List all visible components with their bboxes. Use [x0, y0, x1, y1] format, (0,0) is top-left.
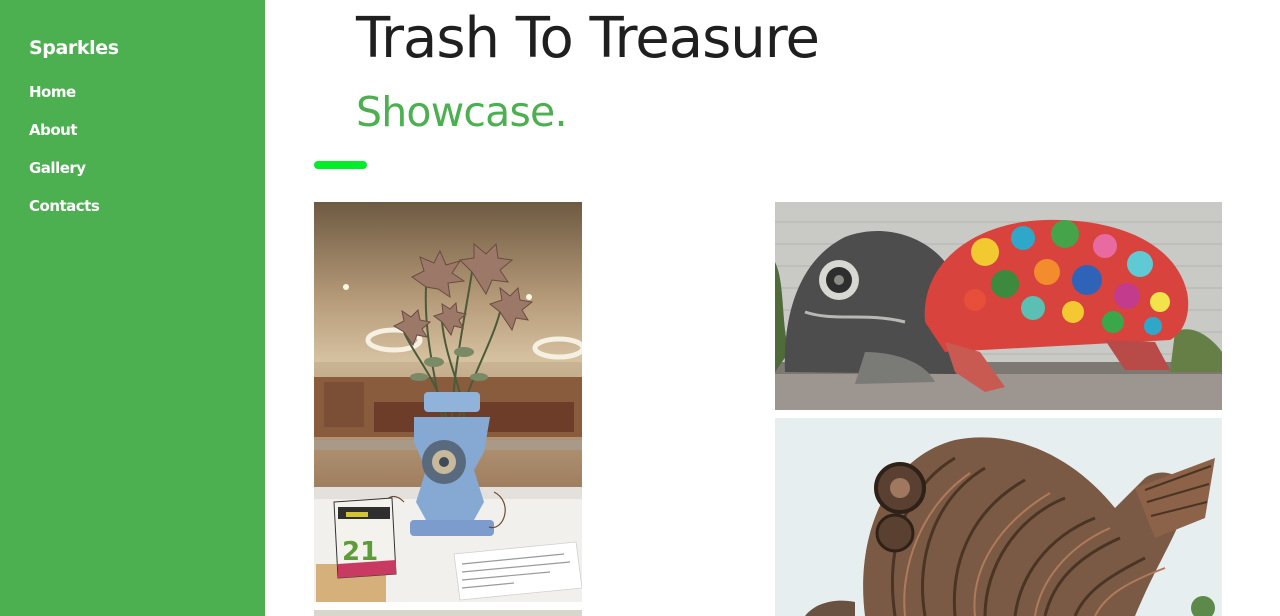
nav-link-gallery[interactable]: Gallery — [29, 158, 99, 196]
brand-logo[interactable]: Sparkles — [29, 37, 119, 59]
main-nav: Home About Gallery Contacts — [29, 82, 100, 234]
nav-link-about[interactable]: About — [29, 120, 99, 158]
nav-link-contacts[interactable]: Contacts — [29, 196, 100, 234]
turtle-sculpture-image — [775, 202, 1222, 410]
nav-link-home[interactable]: Home — [29, 82, 99, 120]
accent-bar — [314, 161, 367, 169]
main-content: Trash To Treasure Showcase. 21 — [265, 0, 1280, 616]
vase-sculpture-image: 21 — [314, 202, 582, 602]
fish-sculpture-photo[interactable] — [775, 418, 1222, 616]
fish-sculpture-image — [775, 418, 1222, 616]
partial-photo[interactable] — [314, 610, 582, 616]
page-title: Trash To Treasure — [356, 6, 820, 71]
turtle-sculpture-photo[interactable] — [775, 202, 1222, 410]
page-subtitle: Showcase. — [356, 88, 568, 136]
vase-sculpture-photo[interactable]: 21 — [314, 202, 582, 602]
sidebar: Sparkles Home About Gallery Contacts — [0, 0, 265, 616]
